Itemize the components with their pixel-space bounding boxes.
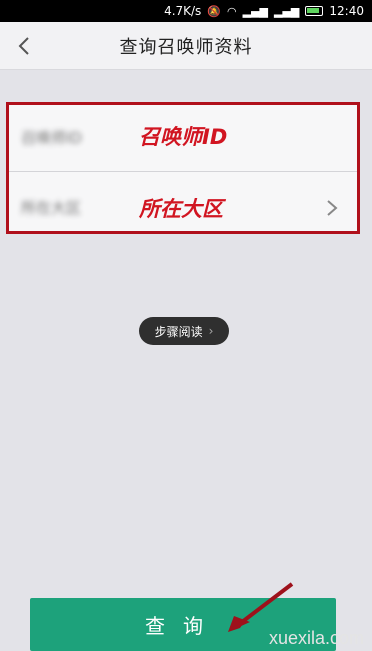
network-speed: 4.7K/s [164, 4, 202, 18]
divider [9, 171, 357, 172]
watermark: xuexila.com [268, 628, 364, 648]
signal-icon: ▂▄▆ [242, 4, 269, 18]
signal-icon-2: ▂▄▆ [274, 4, 300, 18]
summoner-form: 召唤师ID 召唤师ID 所在大区 所在大区 [6, 102, 360, 234]
chevron-right-icon: › [208, 324, 214, 338]
nav-bar: 查询召唤师资料 [0, 22, 372, 70]
mute-icon: 🔕 [207, 4, 222, 18]
status-bar: 4.7K/s 🔕 ◠ ▂▄▆ ▂▄▆ 12:40 [0, 0, 372, 22]
battery-icon [305, 6, 324, 16]
region-row[interactable]: 所在大区 所在大区 [9, 179, 357, 237]
clock: 12:40 [329, 4, 364, 18]
chevron-right-icon [327, 200, 338, 216]
query-button-label: 查询 [145, 614, 221, 638]
region-annotation: 所在大区 [139, 197, 223, 221]
page-title: 查询召唤师资料 [119, 36, 253, 58]
region-label: 所在大区 [21, 199, 82, 217]
step-reading-button[interactable]: 步骤阅读 › [139, 317, 229, 345]
chevron-left-icon [18, 37, 29, 55]
back-button[interactable] [10, 32, 38, 60]
step-reading-label: 步骤阅读 [154, 324, 203, 339]
summoner-id-row[interactable]: 召唤师ID 召唤师ID [9, 109, 357, 167]
summoner-id-label: 召唤师ID [21, 129, 82, 147]
summoner-id-annotation: 召唤师ID [139, 125, 228, 149]
wifi-icon: ◠ [227, 4, 237, 18]
